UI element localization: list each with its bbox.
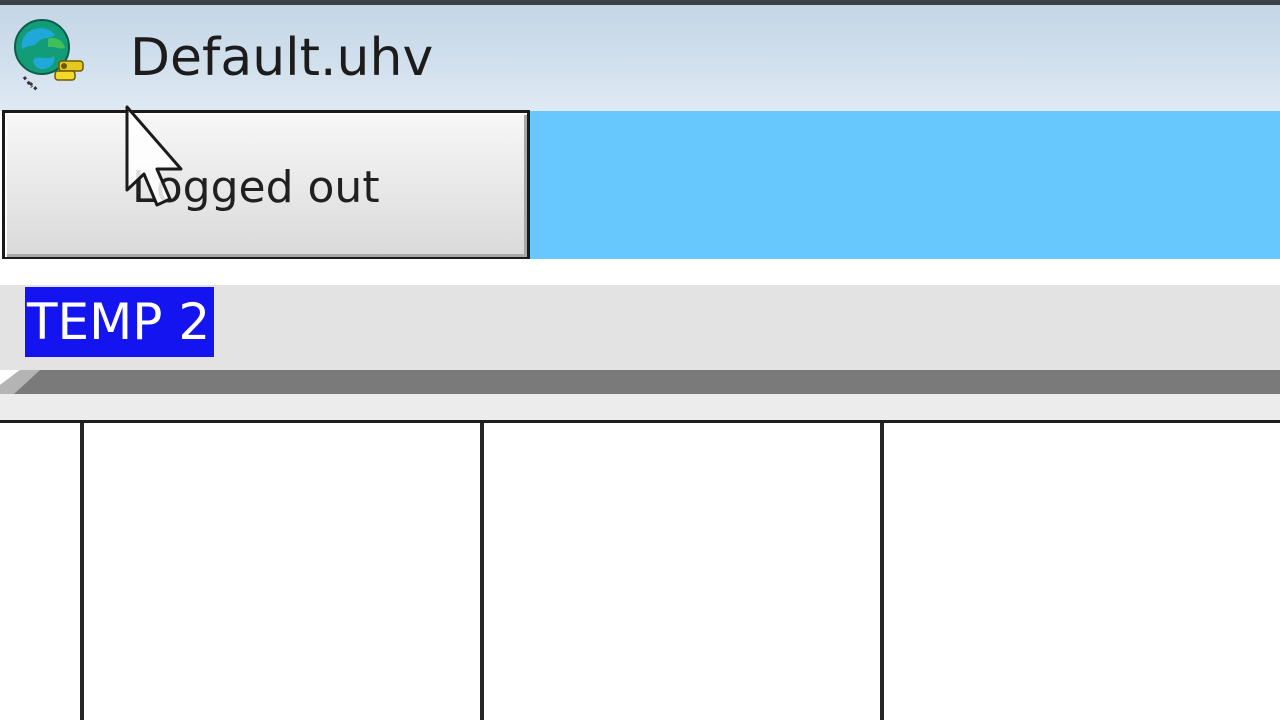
globe-keys-icon	[14, 19, 84, 93]
title-bar: Default.uhv	[0, 5, 1280, 111]
header-band	[0, 394, 1280, 420]
window-title: Default.uhv	[130, 28, 434, 88]
mouse-pointer-icon	[125, 105, 183, 207]
grid-cell-3[interactable]	[880, 423, 1280, 720]
grid-cell-row-header[interactable]	[0, 423, 80, 720]
grid-cell-2[interactable]	[480, 423, 880, 720]
grid-cell-1[interactable]	[80, 423, 480, 720]
data-grid	[0, 420, 1280, 720]
separator-bar	[0, 370, 1280, 394]
hmi-window: Default.uhv Logged out TEMP 2	[0, 0, 1280, 720]
status-band	[528, 111, 1280, 259]
spacer	[0, 259, 1280, 285]
tag-name-field[interactable]: TEMP 2	[25, 287, 215, 357]
